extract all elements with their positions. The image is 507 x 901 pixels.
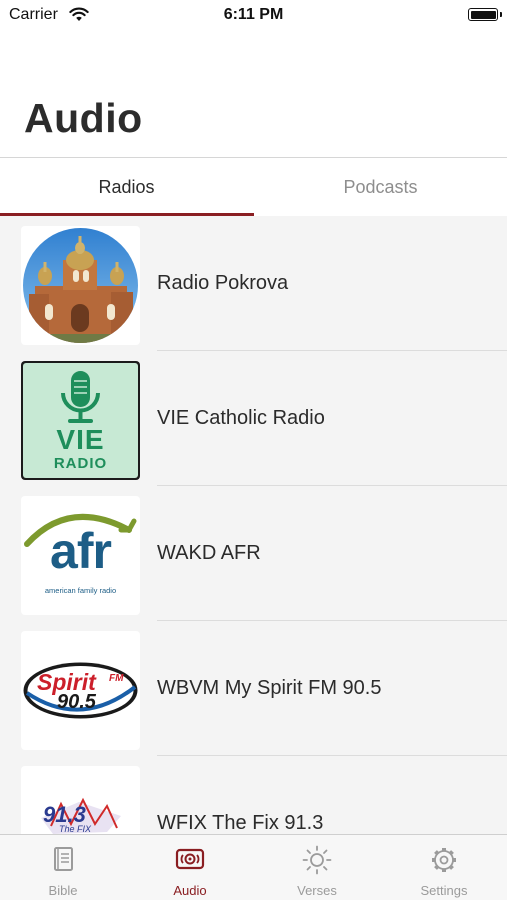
tab-bar-item-audio[interactable]: Audio bbox=[127, 835, 253, 901]
station-name: Radio Pokrova bbox=[157, 272, 289, 294]
bottom-tab-bar: Bible Audio Verses Settings bbox=[0, 834, 507, 900]
tab-bar-label: Settings bbox=[420, 883, 468, 898]
tab-podcasts[interactable]: Podcasts bbox=[254, 158, 507, 216]
status-bar: Carrier 6:11 PM bbox=[0, 0, 507, 30]
tab-bar-label: Verses bbox=[297, 883, 337, 898]
logo-text-frequency: 90.5 bbox=[57, 691, 96, 713]
clock: 6:11 PM bbox=[223, 6, 284, 23]
logo-text-fm: FM bbox=[109, 673, 124, 684]
segment-tabs: Radios Podcasts bbox=[0, 158, 507, 216]
fix-logo: 91.3 The FIX bbox=[21, 766, 140, 834]
battery-icon bbox=[468, 8, 502, 21]
station-list[interactable]: Radio Pokrova VIE RADIO VIE Catholic Rad… bbox=[0, 216, 507, 834]
station-row-wbvm-spirit-fm[interactable]: Spirit FM 90.5 WBVM My Spirit FM 90.5 bbox=[0, 621, 507, 756]
station-row-wfix-the-fix[interactable]: 91.3 The FIX WFIX The Fix 91.3 bbox=[0, 756, 507, 834]
sun-icon bbox=[302, 845, 332, 875]
station-row-wakd-afr[interactable]: afr american family radio WAKD AFR bbox=[0, 486, 507, 621]
microphone-logo: VIE RADIO bbox=[21, 361, 140, 480]
tab-bar-item-settings[interactable]: Settings bbox=[381, 835, 507, 901]
logo-caption: american family radio bbox=[44, 586, 117, 595]
tab-bar-item-bible[interactable]: Bible bbox=[0, 835, 126, 901]
book-icon bbox=[54, 847, 73, 871]
logo-text-fix: The FIX bbox=[59, 824, 92, 834]
page-title: Audio bbox=[24, 95, 143, 141]
gear-icon bbox=[432, 848, 456, 872]
station-name: WAKD AFR bbox=[157, 542, 261, 564]
station-name: WBVM My Spirit FM 90.5 bbox=[157, 677, 382, 699]
afr-logo: afr american family radio bbox=[21, 496, 140, 615]
station-name: WFIX The Fix 91.3 bbox=[157, 812, 324, 834]
spirit-fm-logo: Spirit FM 90.5 bbox=[21, 631, 140, 750]
logo-text-vie: VIE bbox=[56, 424, 105, 455]
tab-radios[interactable]: Radios bbox=[0, 158, 253, 216]
station-row-vie-catholic-radio[interactable]: VIE RADIO VIE Catholic Radio bbox=[0, 351, 507, 486]
station-name: VIE Catholic Radio bbox=[157, 407, 325, 429]
logo-text-radio: RADIO bbox=[53, 455, 108, 472]
tab-bar-item-verses[interactable]: Verses bbox=[254, 835, 380, 901]
logo-text-afr: afr bbox=[50, 523, 112, 579]
church-photo-logo bbox=[21, 226, 140, 345]
tab-bar-label: Bible bbox=[48, 883, 78, 898]
station-row-radio-pokrova[interactable]: Radio Pokrova bbox=[0, 216, 507, 351]
tab-bar-label: Audio bbox=[173, 883, 207, 898]
radio-icon bbox=[175, 848, 205, 870]
